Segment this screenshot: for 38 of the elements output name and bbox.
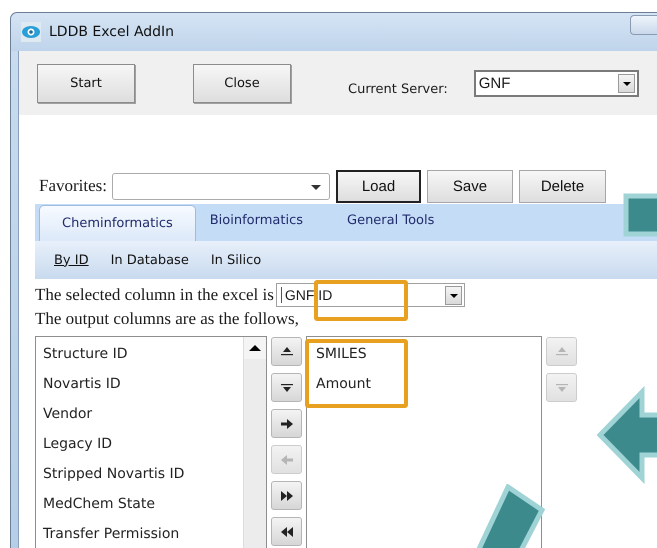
tab[interactable]: General Tools: [325, 205, 456, 235]
push-button[interactable]: Start: [37, 64, 135, 102]
eye-icon: [21, 22, 41, 42]
list-item[interactable]: Structure ID: [41, 341, 130, 371]
sub-tab[interactable]: In Database: [110, 252, 189, 268]
side-button[interactable]: [271, 481, 302, 510]
scroll-up-icon[interactable]: [244, 337, 266, 359]
list-item[interactable]: Transfer Permission: [41, 521, 182, 548]
output-columns-label: The output columns are as the follows,: [35, 308, 299, 330]
push-button[interactable]: Delete: [519, 170, 606, 202]
list-item[interactable]: SMILES: [314, 341, 369, 371]
list-item[interactable]: Amount: [314, 371, 374, 401]
list-item[interactable]: MedChem State: [41, 491, 157, 521]
minimize-button[interactable]: [630, 15, 657, 35]
column-dropdown[interactable]: GNF ID: [276, 283, 465, 307]
arrow-drawing: [623, 193, 657, 237]
scrollbar[interactable]: [243, 337, 266, 548]
dropdown-arrow-icon: [311, 184, 321, 190]
list-item[interactable]: Vendor: [41, 401, 94, 431]
selected-column-label: The selected column in the excel is: [35, 285, 274, 305]
list-item[interactable]: Legacy ID: [41, 431, 114, 461]
favorites-label: Favorites:: [39, 176, 107, 196]
side-button[interactable]: [271, 337, 302, 366]
list-item[interactable]: Novartis ID: [41, 371, 123, 401]
side-button[interactable]: [271, 373, 302, 402]
window-title: LDDB Excel AddIn: [49, 24, 174, 40]
tab[interactable]: Cheminformatics: [39, 205, 196, 241]
server-dropdown[interactable]: GNF: [474, 70, 639, 97]
push-button[interactable]: Close: [193, 64, 291, 102]
list-item[interactable]: Stripped Novartis ID: [41, 461, 186, 491]
tab[interactable]: Bioinformatics: [196, 205, 325, 235]
side-button[interactable]: [271, 409, 302, 438]
push-button[interactable]: Load: [336, 170, 421, 202]
sub-tab[interactable]: By ID: [54, 252, 89, 268]
server-label: Current Server:: [348, 82, 448, 97]
sub-tab[interactable]: In Silico: [210, 252, 262, 268]
push-button[interactable]: Save: [427, 170, 513, 202]
side-button[interactable]: [271, 517, 302, 546]
